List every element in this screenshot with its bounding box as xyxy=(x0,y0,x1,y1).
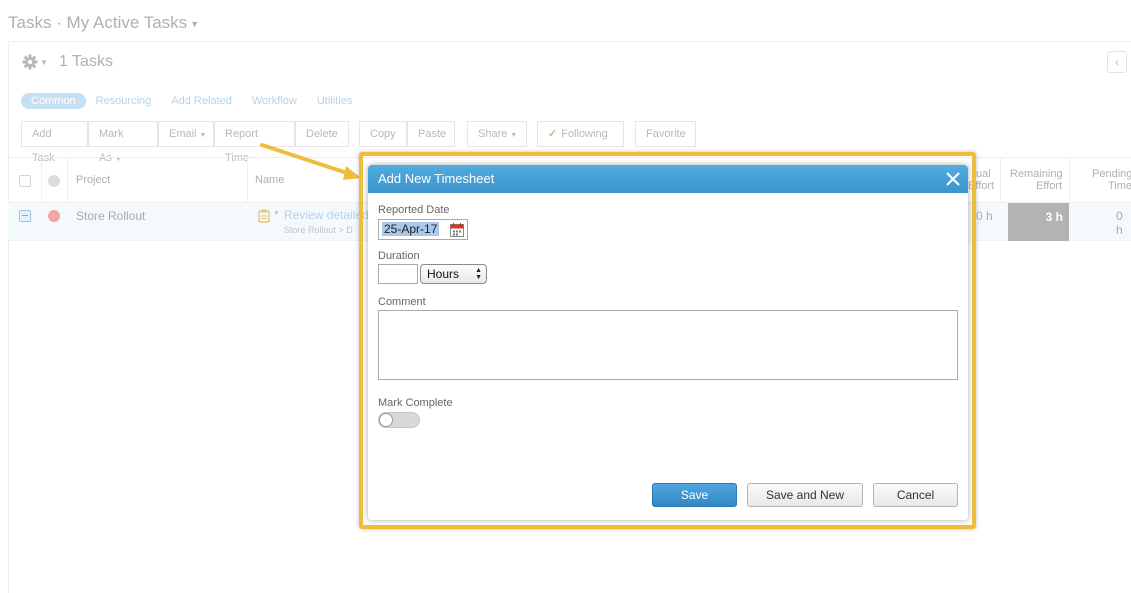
select-all-checkbox[interactable] xyxy=(19,175,31,187)
task-count: 1 Tasks xyxy=(59,53,113,70)
comment-label: Comment xyxy=(378,296,426,308)
caret-down-icon: ▼ xyxy=(510,132,518,139)
toggle-knob xyxy=(379,413,393,427)
column-header-pending-2: Time xyxy=(1108,180,1131,192)
column-header-name[interactable]: Name xyxy=(255,174,284,186)
column-divider xyxy=(1069,158,1070,202)
status-dot xyxy=(48,210,60,222)
page-title-text: Tasks · My Active Tasks xyxy=(8,13,188,32)
calendar-icon[interactable] xyxy=(450,223,464,237)
column-header-pending-1[interactable]: Pending xyxy=(1092,168,1131,180)
task-clipboard-icon xyxy=(258,209,270,223)
column-header-remaining-1[interactable]: Remaining xyxy=(1010,168,1063,180)
share-label: Share xyxy=(478,128,508,140)
save-button[interactable]: Save xyxy=(652,483,737,507)
share-button[interactable]: Share ▼ xyxy=(467,121,527,147)
favorite-label: Favorite xyxy=(646,128,686,140)
mark-as-button[interactable]: Mark As ▼ xyxy=(88,121,158,164)
task-path: Store Rollout > D xyxy=(284,225,353,235)
divider xyxy=(8,41,9,593)
pending-time-cell: 0 h xyxy=(1116,209,1123,237)
duration-label: Duration xyxy=(378,250,420,262)
copy-button[interactable]: Copy xyxy=(359,121,407,147)
following-button[interactable]: ✓ Following xyxy=(537,121,624,147)
report-time-button[interactable]: Report Time xyxy=(214,121,295,164)
subtab-common[interactable]: Common xyxy=(21,93,86,109)
duration-unit-value: Hours xyxy=(427,267,460,281)
dialog-title: Add New Timesheet xyxy=(378,171,495,186)
subtab-add-related[interactable]: Add Related xyxy=(161,93,242,109)
reported-date-field[interactable]: 25-Apr-17 xyxy=(378,219,468,240)
reported-date-value: 25-Apr-17 xyxy=(382,222,440,236)
chevron-left-icon: ‹ xyxy=(1115,55,1119,69)
following-label: Following xyxy=(561,128,608,140)
column-divider xyxy=(67,158,68,202)
delete-button[interactable]: Delete xyxy=(295,121,349,147)
dialog-header: Add New Timesheet xyxy=(368,165,968,193)
divider xyxy=(8,41,1131,42)
project-cell: Store Rollout xyxy=(76,209,146,223)
favorite-button[interactable]: Favorite xyxy=(635,121,696,147)
collapse-panel-button[interactable]: ‹ xyxy=(1107,51,1127,73)
close-icon[interactable] xyxy=(944,170,962,188)
email-label: Email xyxy=(169,128,197,140)
mark-complete-toggle[interactable] xyxy=(378,412,420,428)
row-checkbox[interactable] xyxy=(19,210,31,222)
subtab-bar: Common Resourcing Add Related Workflow U… xyxy=(21,93,362,109)
add-timesheet-dialog: Add New Timesheet Reported Date 25-Apr-1… xyxy=(368,165,968,520)
page-title[interactable]: Tasks · My Active Tasks ▼ xyxy=(8,13,199,33)
delete-label: Delete xyxy=(306,128,338,140)
add-task-button[interactable]: Add Task xyxy=(21,121,88,164)
comment-textarea[interactable] xyxy=(378,310,958,380)
select-updown-icon: ▲ ▼ xyxy=(475,267,482,281)
task-name-link[interactable]: Review detailed xyxy=(284,208,369,222)
chevron-down-icon: ▼ xyxy=(190,18,200,29)
check-icon: ✓ xyxy=(548,128,558,140)
chevron-down-icon[interactable]: ▼ xyxy=(40,58,48,67)
column-header-actual-effort-1: ual xyxy=(976,168,991,180)
copy-label: Copy xyxy=(370,128,396,140)
paste-button[interactable]: Paste xyxy=(407,121,455,147)
caret-down-icon: ▼ xyxy=(199,132,207,139)
subtab-utilities[interactable]: Utilities xyxy=(307,93,362,109)
reported-date-label: Reported Date xyxy=(378,204,450,216)
caret-down-icon[interactable]: ▼ xyxy=(273,210,280,217)
column-divider xyxy=(41,158,42,202)
remaining-effort-value: 3 h xyxy=(1045,210,1063,224)
column-header-project[interactable]: Project xyxy=(76,174,110,186)
remaining-effort-cell[interactable]: 3 h xyxy=(1008,203,1069,241)
column-header-remaining-2: Effort xyxy=(1036,180,1063,192)
save-and-new-button[interactable]: Save and New xyxy=(747,483,863,507)
duration-unit-select[interactable]: Hours ▲ ▼ xyxy=(420,264,487,284)
gear-icon[interactable] xyxy=(22,54,38,70)
email-button[interactable]: Email ▼ xyxy=(158,121,214,147)
column-divider xyxy=(1000,158,1001,202)
subtab-workflow[interactable]: Workflow xyxy=(242,93,307,109)
cancel-button[interactable]: Cancel xyxy=(873,483,958,507)
status-dot-header xyxy=(48,175,60,187)
duration-input[interactable] xyxy=(378,264,418,284)
actual-effort-cell: 0 h xyxy=(976,209,993,223)
column-divider xyxy=(247,158,248,202)
paste-label: Paste xyxy=(418,128,447,140)
subtab-resourcing[interactable]: Resourcing xyxy=(86,93,162,109)
mark-complete-label: Mark Complete xyxy=(378,397,453,409)
